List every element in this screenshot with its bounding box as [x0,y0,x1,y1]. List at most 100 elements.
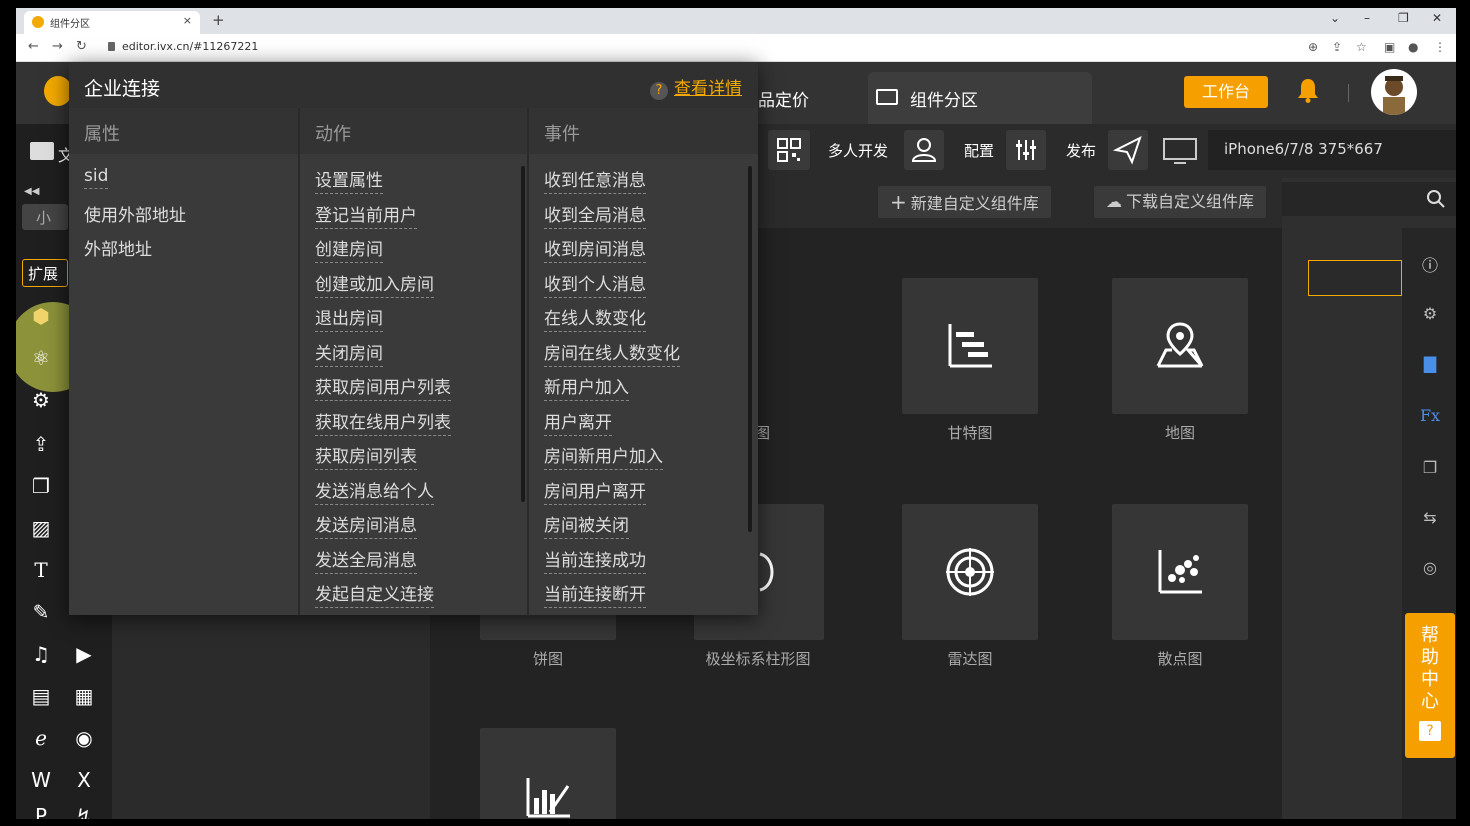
chart-icon[interactable]: ↯ [72,804,96,819]
action-item[interactable]: 退出房间 [315,304,451,339]
multi-dev-button[interactable] [904,130,944,170]
collapse-icon[interactable]: ◀◀ [24,186,39,197]
word-icon[interactable]: W [29,768,53,792]
music-icon[interactable]: ♫ [29,642,53,666]
event-item[interactable]: 用户离开 [544,408,680,443]
browser-tab[interactable]: 组件分区 × [24,11,200,34]
excel-icon[interactable]: X [72,768,96,792]
zoom-icon[interactable]: ⊕ [1308,40,1318,54]
event-item[interactable]: 当前连接成功 [544,546,680,581]
gear-icon[interactable]: ⚙ [29,388,53,412]
star-icon[interactable]: ☆ [1356,40,1367,54]
action-item[interactable]: 发送全局消息 [315,546,451,581]
view-details-link[interactable]: ? 查看详情 [650,74,742,100]
avatar[interactable] [1371,69,1417,115]
action-item[interactable]: 创建或加入房间 [315,270,451,305]
event-item[interactable]: 房间用户离开 [544,477,680,512]
swap-icon[interactable]: ⇆ [1418,508,1442,532]
new-tab-button[interactable]: + [212,11,225,29]
chat-icon[interactable]: ▇ [1418,354,1442,378]
multi-dev-label[interactable]: 多人开发 [828,140,888,161]
action-item[interactable]: 关闭房间 [315,339,451,374]
close-window-button[interactable]: ✕ [1432,11,1442,25]
ppt-icon[interactable]: P [29,804,53,819]
download-library-button[interactable]: ☁ 下载自定义组件库 [1094,186,1267,218]
property-item[interactable]: 外部地址 [84,235,186,270]
connection-icon[interactable]: ⚛ [29,346,53,370]
event-item[interactable]: 收到任意消息 [544,166,680,201]
help-center-button[interactable]: 帮 助 中 心 ? [1405,613,1455,758]
function-icon[interactable]: Fx [1418,406,1442,430]
sidepanel-icon[interactable]: ▣ [1384,40,1395,54]
event-item[interactable]: 收到房间消息 [544,235,680,270]
menu-icon[interactable]: ⋮ [1434,40,1446,54]
property-item[interactable]: 使用外部地址 [84,201,186,236]
textbox-icon[interactable]: ▤ [29,684,53,708]
record-icon[interactable]: ◎ [1418,558,1442,582]
action-item[interactable]: 获取在线用户列表 [315,408,451,443]
action-item[interactable]: 获取房间用户列表 [315,373,451,408]
mini-program-tag[interactable]: 小 [22,204,68,230]
edit-icon[interactable]: ✎ [29,600,53,624]
component-card-map[interactable] [1112,278,1248,414]
selected-property-field[interactable] [1308,260,1402,296]
url-field[interactable]: editor.ivx.cn/#11267221 [122,40,258,53]
reload-icon[interactable]: ↻ [76,39,87,54]
restore-button[interactable]: ❐ [1398,11,1409,25]
device-preview-button[interactable] [1158,130,1202,170]
events-scrollbar[interactable] [748,166,752,532]
publish-button[interactable] [1108,130,1148,170]
component-zone-tab[interactable]: 组件分区 [868,72,1092,124]
event-item[interactable]: 当前连接断开 [544,580,680,615]
property-item[interactable]: sid [84,166,186,201]
video-icon[interactable]: ▶ [72,642,96,666]
action-item[interactable]: 设置属性 [315,166,451,201]
component-search-input[interactable] [1282,182,1456,216]
text-icon[interactable]: T [29,558,53,582]
config-label[interactable]: 配置 [964,140,994,161]
workbench-button[interactable]: 工作台 [1184,76,1268,108]
tab-search-dropdown-icon[interactable]: ⌄ [1330,11,1340,25]
share-icon[interactable]: ⇪ [1332,40,1342,54]
device-selector[interactable]: iPhone6/7/8 375*667 [1208,130,1456,170]
config-button[interactable] [1006,130,1046,170]
event-item[interactable]: 收到全局消息 [544,201,680,236]
info-icon[interactable]: ⓘ [1418,252,1442,276]
event-item[interactable]: 在线人数变化 [544,304,680,339]
action-item[interactable]: 发送消息给个人 [315,477,451,512]
event-item[interactable]: 房间新用户加入 [544,442,680,477]
ivx-logo-icon[interactable] [44,76,72,106]
forward-icon[interactable]: → [52,39,63,54]
action-item[interactable]: 获取房间列表 [315,442,451,477]
actions-scrollbar[interactable] [521,166,525,502]
back-icon[interactable]: ← [28,39,39,54]
action-item[interactable]: 登记当前用户 [315,201,451,236]
qrcode-button[interactable] [768,130,810,170]
extension-tag[interactable]: 扩展 [22,259,68,287]
publish-label[interactable]: 发布 [1066,140,1096,161]
new-library-button[interactable]: + 新建自定义组件库 [878,186,1051,218]
action-item[interactable]: 发起自定义连接 [315,580,451,615]
event-item[interactable]: 房间被关闭 [544,511,680,546]
folder-icon[interactable] [30,142,54,160]
profile-icon[interactable]: ● [1408,40,1418,54]
pricing-tab[interactable]: 品定价 [758,86,809,111]
event-item[interactable]: 房间在线人数变化 [544,339,680,374]
search-icon[interactable] [1426,189,1446,209]
event-item[interactable]: 收到个人消息 [544,270,680,305]
component-card-scatter[interactable] [1112,504,1248,640]
layer-settings-icon[interactable]: ⚙ [1418,304,1442,328]
action-item[interactable]: 发送房间消息 [315,511,451,546]
component-card-radar[interactable] [902,504,1038,640]
component-card-bar-chart[interactable] [480,728,616,819]
box-icon[interactable]: ⬢ [29,304,53,328]
minimize-button[interactable]: – [1364,11,1370,25]
upload-file-icon[interactable]: ⇪ [29,432,53,456]
copy-icon[interactable]: ❐ [29,474,53,498]
image-icon[interactable]: ▨ [29,516,53,540]
browser-icon[interactable]: ℯ [29,726,53,750]
component-card-gantt[interactable] [902,278,1038,414]
event-item[interactable]: 新用户加入 [544,373,680,408]
icon-component-icon[interactable]: ◉ [72,726,96,750]
bell-icon[interactable] [1297,77,1319,103]
